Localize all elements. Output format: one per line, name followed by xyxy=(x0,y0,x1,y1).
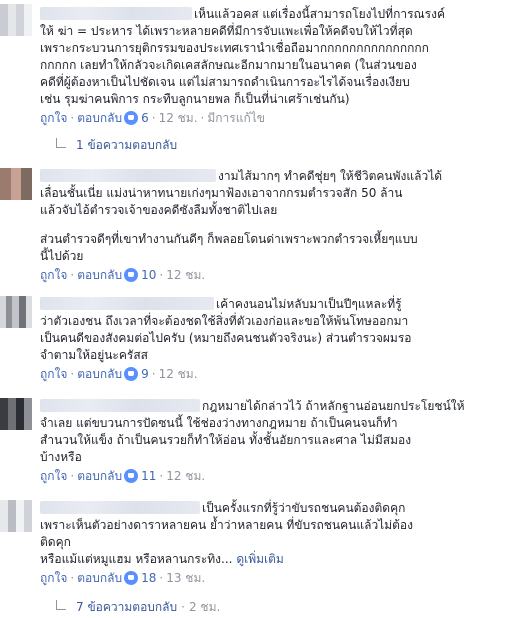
view-replies-link[interactable]: 7 ข้อความตอบกลับ · 2 ชม. xyxy=(0,599,507,616)
like-reaction-icon xyxy=(124,268,139,282)
avatar[interactable] xyxy=(0,398,32,430)
timestamp[interactable]: 12 ชม. xyxy=(166,268,205,282)
reaction-count[interactable]: 18 xyxy=(141,571,156,585)
comment-actions: ถูกใจ · ตอบกลับ 6 · 12 ชม. · มีการแก้ไข xyxy=(40,111,265,125)
avatar[interactable] xyxy=(0,4,32,36)
avatar[interactable] xyxy=(0,296,32,328)
reply-button[interactable]: ตอบกลับ xyxy=(77,367,122,381)
avatar[interactable] xyxy=(0,168,32,200)
avatar[interactable] xyxy=(0,500,32,532)
reply-button[interactable]: ตอบกลับ xyxy=(77,268,122,282)
like-button[interactable]: ถูกใจ xyxy=(40,367,67,381)
comment-2: งามไส้มากๆ ทำคดีชุ่ยๆ ให้ชีวิตคนพังแล้วไ… xyxy=(0,168,507,284)
reply-timestamp: 2 ชม. xyxy=(188,600,221,614)
comment-body: เค้าคงนอนไม่หลับมาเป็นปีๆแหละที่รู้ ว่าต… xyxy=(0,296,507,383)
author-name[interactable] xyxy=(40,297,214,310)
timestamp[interactable]: 12 ชม. xyxy=(166,469,205,483)
timestamp[interactable]: 13 ชม. xyxy=(166,571,205,585)
like-reaction-icon xyxy=(124,571,139,585)
comment-text: กฎหมายได้กล่าวไว้ ถ้าหลักฐานอ่อนยกประโยช… xyxy=(40,399,465,464)
author-name[interactable] xyxy=(40,169,216,182)
comment-body: กฎหมายได้กล่าวไว้ ถ้าหลักฐานอ่อนยกประโยช… xyxy=(0,398,507,485)
like-reaction-icon xyxy=(124,469,139,483)
comment-actions: ถูกใจ · ตอบกลับ 11 · 12 ชม. xyxy=(40,469,206,483)
comment-4: กฎหมายได้กล่าวไว้ ถ้าหลักฐานอ่อนยกประโยช… xyxy=(0,398,507,485)
edited-link[interactable]: มีการแก้ไข xyxy=(207,111,265,125)
comment-5: เป็นครั้งแรกที่รู้ว่าขับรถชนคนต้องติดคุก… xyxy=(0,500,507,616)
reaction-count[interactable]: 9 xyxy=(141,367,149,381)
comment-body: เห็นแล้วอคส แต่เรื่องนี้สามารถโยงไปที่กา… xyxy=(0,4,507,127)
comment-text: เห็นแล้วอคส แต่เรื่องนี้สามารถโยงไปที่กา… xyxy=(40,7,445,106)
like-button[interactable]: ถูกใจ xyxy=(40,571,67,585)
comment-text: งามไส้มากๆ ทำคดีชุ่ยๆ ให้ชีวิตคนพังแล้วไ… xyxy=(40,169,443,263)
comment-body: งามไส้มากๆ ทำคดีชุ่ยๆ ให้ชีวิตคนพังแล้วไ… xyxy=(0,168,507,284)
see-more-link[interactable]: ดูเพิ่มเติม xyxy=(236,552,284,566)
view-replies-link[interactable]: 1 ข้อความตอบกลับ xyxy=(0,137,507,154)
reaction-count[interactable]: 11 xyxy=(141,469,156,483)
like-reaction-icon xyxy=(124,367,139,381)
comment-text: เค้าคงนอนไม่หลับมาเป็นปีๆแหละที่รู้ ว่าต… xyxy=(40,297,412,362)
like-button[interactable]: ถูกใจ xyxy=(40,268,67,282)
reaction-count[interactable]: 6 xyxy=(141,111,149,125)
comment-actions: ถูกใจ · ตอบกลับ 10 · 12 ชม. xyxy=(40,268,206,282)
reply-button[interactable]: ตอบกลับ xyxy=(77,469,122,483)
reply-button[interactable]: ตอบกลับ xyxy=(77,571,122,585)
comment-body: เป็นครั้งแรกที่รู้ว่าขับรถชนคนต้องติดคุก… xyxy=(0,500,507,587)
comment-text: เป็นครั้งแรกที่รู้ว่าขับรถชนคนต้องติดคุก… xyxy=(40,501,413,566)
like-button[interactable]: ถูกใจ xyxy=(40,469,67,483)
comment-actions: ถูกใจ · ตอบกลับ 18 · 13 ชม. xyxy=(40,571,206,585)
comment-3: เค้าคงนอนไม่หลับมาเป็นปีๆแหละที่รู้ ว่าต… xyxy=(0,296,507,383)
like-button[interactable]: ถูกใจ xyxy=(40,111,67,125)
author-name[interactable] xyxy=(40,399,200,412)
author-name[interactable] xyxy=(40,501,200,514)
reply-button[interactable]: ตอบกลับ xyxy=(77,111,122,125)
like-reaction-icon xyxy=(124,111,139,125)
timestamp[interactable]: 12 ชม. xyxy=(159,367,198,381)
comment-actions: ถูกใจ · ตอบกลับ 9 · 12 ชม. xyxy=(40,367,198,381)
author-name[interactable] xyxy=(40,7,192,20)
reaction-count[interactable]: 10 xyxy=(141,268,156,282)
reply-arrow-icon xyxy=(56,138,66,148)
reply-arrow-icon xyxy=(56,600,66,610)
timestamp[interactable]: 12 ชม. xyxy=(159,111,198,125)
comment-1: เห็นแล้วอคส แต่เรื่องนี้สามารถโยงไปที่กา… xyxy=(0,4,507,154)
